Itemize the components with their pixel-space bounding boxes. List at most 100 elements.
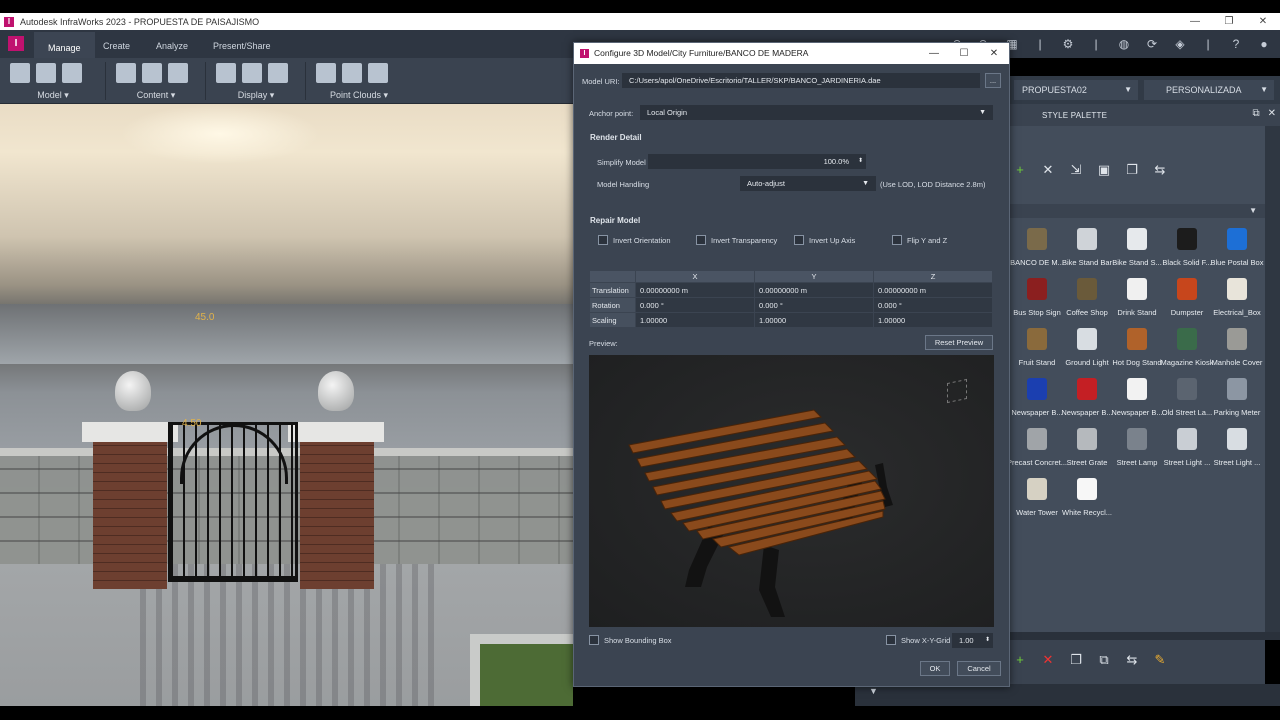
close-icon[interactable]: ✕ bbox=[979, 43, 1009, 64]
palette-item[interactable]: Dumpster bbox=[1162, 274, 1212, 322]
model-properties-icon[interactable] bbox=[62, 63, 82, 83]
palette-item[interactable]: Bike Stand S... bbox=[1112, 224, 1162, 272]
cube-icon[interactable]: ◈ bbox=[1172, 36, 1188, 52]
globe-icon[interactable]: ◍ bbox=[1116, 36, 1132, 52]
palette-item[interactable]: Black Solid F... bbox=[1162, 224, 1212, 272]
sync-icon[interactable]: ⟳ bbox=[1144, 36, 1160, 52]
palette-item[interactable]: Manhole Cover bbox=[1212, 324, 1262, 372]
palette-item[interactable]: Blue Postal Box bbox=[1211, 224, 1263, 272]
translation-y-cell[interactable]: 0.00000000 m bbox=[754, 282, 874, 298]
ribbon-group-label[interactable]: Point Clouds ▾ bbox=[306, 90, 412, 101]
minimize-icon[interactable]: — bbox=[1178, 13, 1212, 30]
ribbon-group-label[interactable]: Content ▾ bbox=[106, 90, 206, 101]
invert-transparency-checkbox[interactable]: Invert Transparency bbox=[696, 235, 777, 245]
invert-up-axis-checkbox[interactable]: Invert Up Axis bbox=[794, 235, 855, 245]
point-cloud-edit-icon[interactable] bbox=[368, 63, 388, 83]
link-icon[interactable]: ⇆ bbox=[1124, 652, 1140, 668]
view-cube-icon[interactable] bbox=[947, 378, 967, 404]
browse-button[interactable]: ... bbox=[985, 73, 1001, 88]
copy-icon[interactable]: ❐ bbox=[1124, 162, 1140, 178]
palette-item[interactable]: Parking Meter bbox=[1212, 374, 1262, 422]
palette-item[interactable]: Street Lamp bbox=[1112, 424, 1162, 472]
proposal-select[interactable]: PROPUESTA02 ▼ bbox=[1014, 80, 1138, 100]
palette-item[interactable]: Coffee Shop bbox=[1062, 274, 1112, 322]
point-cloud-terrain-icon[interactable] bbox=[342, 63, 362, 83]
restore-icon[interactable]: ❐ bbox=[1212, 13, 1246, 30]
spinner-icon[interactable]: ⬍ bbox=[985, 634, 990, 647]
tab-analyze[interactable]: Analyze bbox=[156, 30, 188, 58]
translation-x-cell[interactable]: 0.00000000 m bbox=[635, 282, 755, 298]
show-bounding-box-checkbox[interactable]: Show Bounding Box bbox=[589, 635, 672, 645]
palette-item[interactable]: Hot Dog Stand bbox=[1112, 324, 1162, 372]
terrain-icon[interactable] bbox=[242, 63, 262, 83]
palette-item[interactable]: Newspaper B... bbox=[1011, 374, 1063, 422]
app-menu-button[interactable]: I bbox=[8, 36, 24, 51]
model-uri-field[interactable]: C:/Users/apol/OneDrive/Escritorio/TALLER… bbox=[622, 73, 980, 88]
palette-item[interactable]: Newspaper B... bbox=[1111, 374, 1163, 422]
model-handling-select[interactable]: Auto-adjust ▼ bbox=[740, 176, 876, 191]
cancel-button[interactable]: Cancel bbox=[957, 661, 1001, 676]
delete-icon[interactable]: ✕ bbox=[1040, 652, 1056, 668]
palette-item[interactable]: Drink Stand bbox=[1112, 274, 1162, 322]
tab-create[interactable]: Create bbox=[103, 30, 130, 58]
model-window-icon[interactable] bbox=[36, 63, 56, 83]
spinner-icon[interactable]: ⬍ bbox=[858, 155, 863, 168]
save-icon[interactable]: ▣ bbox=[1096, 162, 1112, 178]
undock-icon[interactable]: ⧉ bbox=[1252, 108, 1259, 119]
scaling-z-cell[interactable]: 1.00000 bbox=[873, 312, 993, 328]
show-xy-grid-checkbox[interactable]: Show X-Y-Grid bbox=[886, 635, 950, 645]
model-preview[interactable] bbox=[589, 355, 994, 627]
palette-item[interactable]: Old Street La... bbox=[1162, 374, 1212, 422]
palette-item[interactable]: Water Tower bbox=[1012, 474, 1062, 522]
avatar[interactable]: ● bbox=[1256, 36, 1272, 52]
add-icon[interactable]: + bbox=[1012, 162, 1028, 178]
palette-item[interactable]: Bus Stop Sign bbox=[1012, 274, 1062, 322]
palette-item[interactable]: Precast Concret... bbox=[1007, 424, 1067, 472]
palette-item[interactable]: Bike Stand Bar bbox=[1062, 224, 1112, 272]
copy-icon[interactable]: ❐ bbox=[1068, 652, 1084, 668]
palette-scrollbar[interactable] bbox=[1265, 126, 1280, 632]
palette-item[interactable]: Street Light ... bbox=[1162, 424, 1212, 472]
minimize-icon[interactable]: — bbox=[919, 43, 949, 64]
chevron-down-icon[interactable]: ▼ bbox=[869, 686, 878, 696]
ribbon-group-label[interactable]: Model ▾ bbox=[0, 90, 106, 101]
ribbon-group-label[interactable]: Display ▾ bbox=[206, 90, 306, 101]
anchor-point-select[interactable]: Local Origin ▼ bbox=[640, 105, 993, 120]
invert-orientation-checkbox[interactable]: Invert Orientation bbox=[598, 235, 671, 245]
palette-item[interactable]: Electrical_Box bbox=[1212, 274, 1262, 322]
palette-item[interactable]: BANCO DE M... bbox=[1010, 224, 1064, 272]
maximize-icon[interactable]: ☐ bbox=[949, 43, 979, 64]
rotation-x-cell[interactable]: 0.000 ° bbox=[635, 297, 755, 313]
tab-present-share[interactable]: Present/Share bbox=[213, 30, 271, 58]
close-icon[interactable]: ✕ bbox=[1268, 108, 1276, 119]
help-icon[interactable]: ? bbox=[1228, 36, 1244, 52]
delete-icon[interactable]: ✕ bbox=[1040, 162, 1056, 178]
ok-button[interactable]: OK bbox=[920, 661, 950, 676]
close-icon[interactable]: ✕ bbox=[1246, 13, 1280, 30]
simplify-model-spinner[interactable]: 100.0% ⬍ bbox=[648, 154, 866, 169]
model-settings-icon[interactable] bbox=[10, 63, 30, 83]
point-cloud-icon[interactable] bbox=[316, 63, 336, 83]
layers-icon[interactable] bbox=[216, 63, 236, 83]
tab-manage[interactable]: Manage bbox=[34, 30, 95, 58]
import-icon[interactable]: ⇲ bbox=[1068, 162, 1084, 178]
scaling-y-cell[interactable]: 1.00000 bbox=[754, 312, 874, 328]
scaling-x-cell[interactable]: 1.00000 bbox=[635, 312, 755, 328]
link-icon[interactable]: ⇆ bbox=[1152, 162, 1168, 178]
palette-item[interactable]: Ground Light bbox=[1062, 324, 1112, 372]
palette-item[interactable]: White Recycl... bbox=[1062, 474, 1112, 522]
add-icon[interactable]: + bbox=[1012, 652, 1028, 668]
palette-item[interactable]: Newspaper B... bbox=[1061, 374, 1113, 422]
table-icon[interactable] bbox=[142, 63, 162, 83]
gear-icon[interactable]: ⚙ bbox=[1060, 36, 1076, 52]
list-icon[interactable] bbox=[268, 63, 288, 83]
edit-icon[interactable]: ✎ bbox=[1152, 652, 1168, 668]
globe-network-icon[interactable] bbox=[168, 63, 188, 83]
palette-item[interactable]: Street Light ... bbox=[1212, 424, 1262, 472]
palette-filter-select[interactable]: ▼ bbox=[1010, 204, 1265, 218]
translation-z-cell[interactable]: 0.00000000 m bbox=[873, 282, 993, 298]
rotation-y-cell[interactable]: 0.000 ° bbox=[754, 297, 874, 313]
reset-preview-button[interactable]: Reset Preview bbox=[925, 335, 993, 350]
data-sources-icon[interactable] bbox=[116, 63, 136, 83]
rotation-z-cell[interactable]: 0.000 ° bbox=[873, 297, 993, 313]
